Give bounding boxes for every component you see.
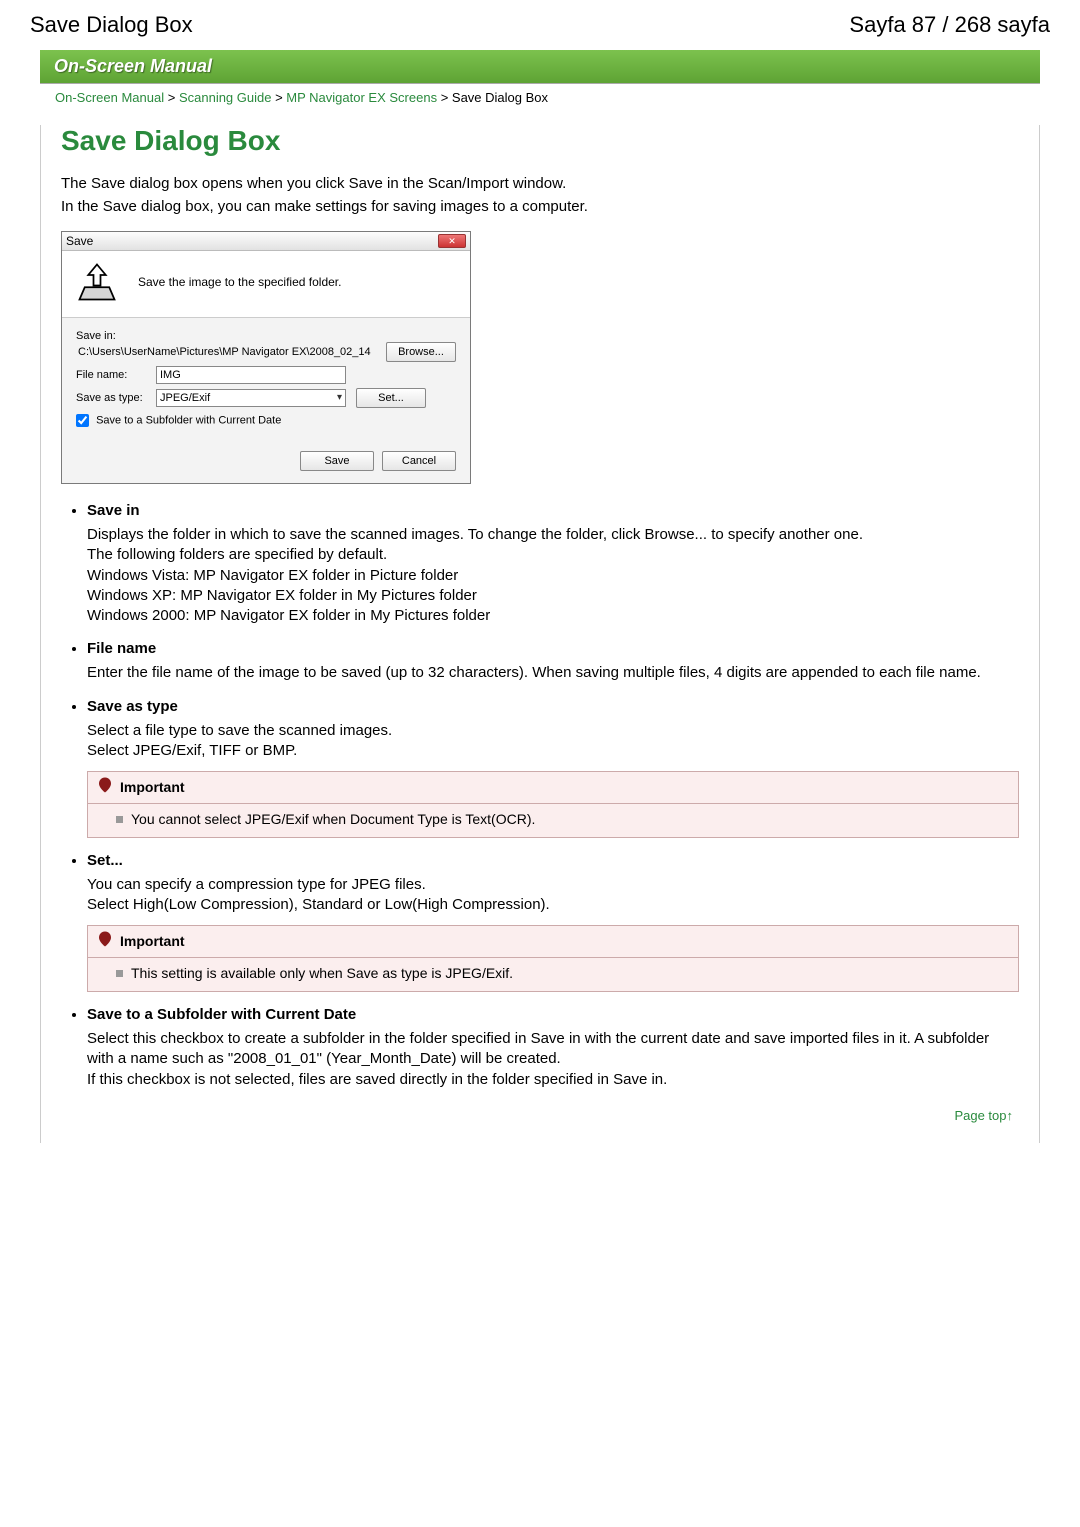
bullet-icon (116, 816, 123, 823)
subfolder-checkbox-label: Save to a Subfolder with Current Date (96, 414, 281, 426)
important-note: Important You cannot select JPEG/Exif wh… (87, 771, 1019, 838)
savein-label: Save in: (76, 330, 456, 342)
item-file-name: File name Enter the file name of the ima… (87, 640, 1019, 683)
intro-2: In the Save dialog box, you can make set… (61, 198, 1019, 215)
bullet-icon (116, 970, 123, 977)
page-title: Save Dialog Box (61, 125, 1019, 157)
item-save-in: Save in Displays the folder in which to … (87, 502, 1019, 626)
filename-label: File name: (76, 369, 156, 381)
item-text: You can specify a compression type for J… (87, 875, 1019, 895)
page-top-link[interactable]: Page top↑ (954, 1108, 1013, 1123)
item-text: The following folders are specified by d… (87, 545, 1019, 565)
important-text: You cannot select JPEG/Exif when Documen… (131, 811, 535, 827)
saveas-select[interactable]: JPEG/Exif (156, 389, 346, 407)
browse-button[interactable]: Browse... (386, 342, 456, 362)
cancel-button[interactable]: Cancel (382, 451, 456, 471)
item-subfolder: Save to a Subfolder with Current Date Se… (87, 1006, 1019, 1090)
item-title: Save in (87, 502, 1019, 519)
breadcrumb-link-3[interactable]: MP Navigator EX Screens (286, 90, 437, 105)
save-arrow-icon (76, 261, 118, 303)
set-button[interactable]: Set... (356, 388, 426, 408)
item-text: Select a file type to save the scanned i… (87, 721, 1019, 741)
save-dialog: Save ✕ Save the image to the specified f… (61, 231, 471, 484)
dialog-headline: Save the image to the specified folder. (138, 275, 341, 289)
item-title: Save as type (87, 698, 1019, 715)
item-text: Select High(Low Compression), Standard o… (87, 895, 1019, 915)
breadcrumb: On-Screen Manual > Scanning Guide > MP N… (55, 90, 1040, 105)
dialog-titlebar: Save ✕ (62, 232, 470, 251)
manual-strip: On-Screen Manual (40, 50, 1040, 84)
item-save-as-type: Save as type Select a file type to save … (87, 698, 1019, 838)
subfolder-checkbox[interactable] (76, 414, 89, 427)
item-text: If this checkbox is not selected, files … (87, 1070, 1019, 1090)
item-title: Save to a Subfolder with Current Date (87, 1006, 1019, 1023)
dialog-title: Save (66, 234, 93, 248)
item-text: Windows XP: MP Navigator EX folder in My… (87, 586, 1019, 606)
important-text: This setting is available only when Save… (131, 965, 513, 981)
item-title: Set... (87, 852, 1019, 869)
intro-1: The Save dialog box opens when you click… (61, 175, 1019, 192)
savein-path: C:\Users\UserName\Pictures\MP Navigator … (76, 346, 386, 358)
close-icon[interactable]: ✕ (438, 234, 466, 248)
item-text: Enter the file name of the image to be s… (87, 663, 1019, 683)
arrow-up-icon: ↑ (1007, 1108, 1014, 1123)
item-text: Windows 2000: MP Navigator EX folder in … (87, 606, 1019, 626)
item-text: Displays the folder in which to save the… (87, 525, 1019, 545)
important-note: Important This setting is available only… (87, 925, 1019, 992)
filename-input[interactable] (156, 366, 346, 384)
breadcrumb-current: Save Dialog Box (452, 90, 548, 105)
page-header-left: Save Dialog Box (30, 12, 193, 38)
save-button[interactable]: Save (300, 451, 374, 471)
page-header-right: Sayfa 87 / 268 sayfa (849, 12, 1050, 38)
item-text: Windows Vista: MP Navigator EX folder in… (87, 566, 1019, 586)
breadcrumb-link-1[interactable]: On-Screen Manual (55, 90, 164, 105)
important-title: Important (120, 932, 185, 951)
important-title: Important (120, 778, 185, 797)
breadcrumb-link-2[interactable]: Scanning Guide (179, 90, 272, 105)
important-icon (96, 930, 120, 953)
item-set: Set... You can specify a compression typ… (87, 852, 1019, 992)
item-title: File name (87, 640, 1019, 657)
item-text: Select JPEG/Exif, TIFF or BMP. (87, 741, 1019, 761)
saveas-label: Save as type: (76, 392, 156, 404)
item-text: Select this checkbox to create a subfold… (87, 1029, 1019, 1070)
important-icon (96, 776, 120, 799)
